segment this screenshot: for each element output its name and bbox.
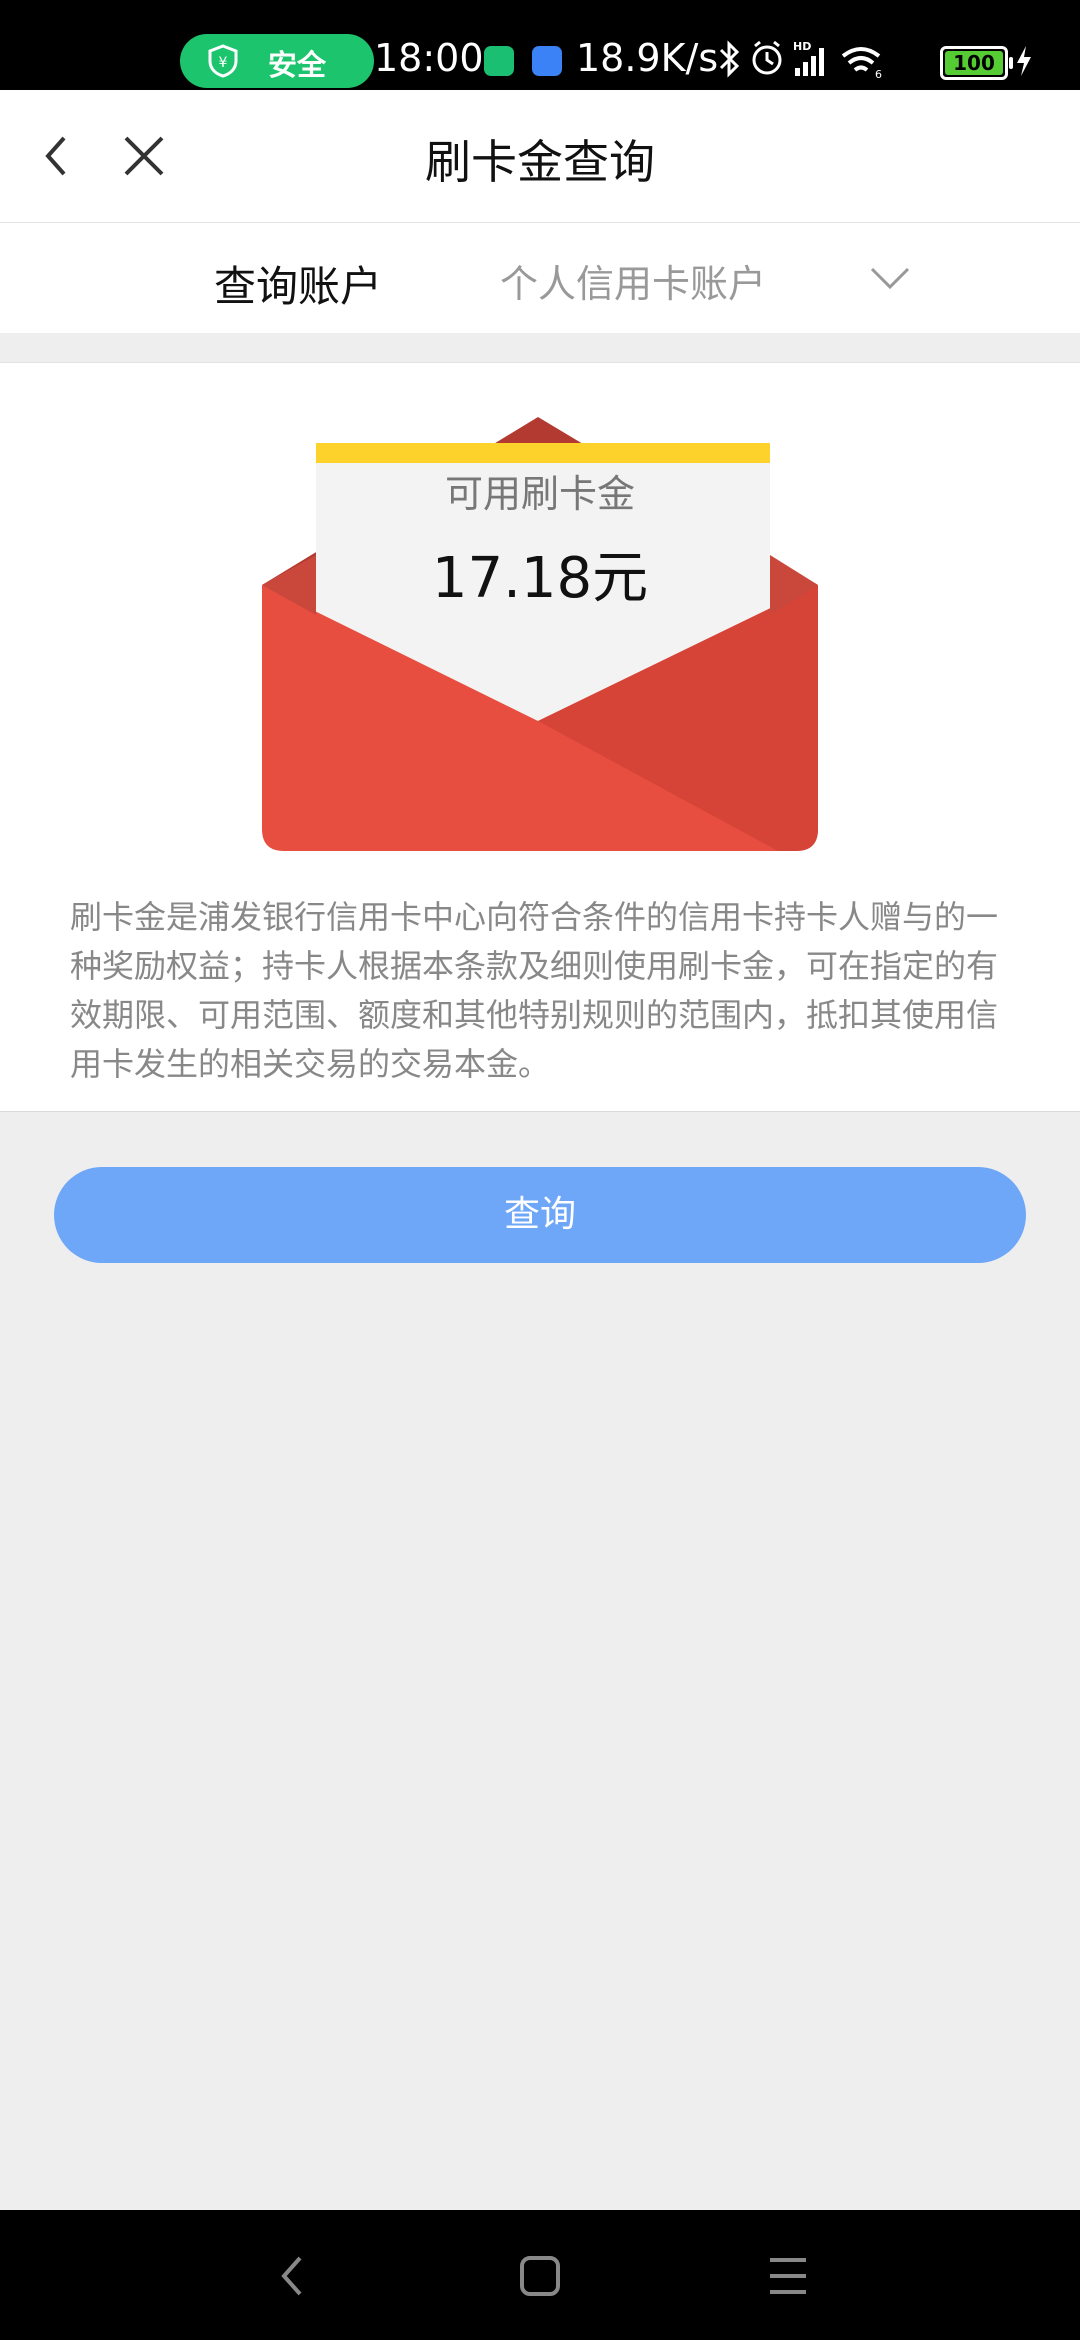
- clock: 18:00: [374, 36, 484, 80]
- envelope-illustration: [262, 417, 818, 851]
- status-icons: HD 6: [719, 40, 882, 81]
- nav-menu-icon[interactable]: [766, 2254, 810, 2298]
- account-selector[interactable]: 查询账户 个人信用卡账户: [0, 223, 1080, 333]
- system-nav-bar: [0, 2210, 1080, 2340]
- charging-icon: [1017, 46, 1031, 76]
- svg-text:6: 6: [875, 68, 882, 81]
- query-button[interactable]: 查询: [54, 1167, 1026, 1263]
- nav-home-icon[interactable]: [516, 2252, 564, 2300]
- chevron-down-icon[interactable]: [866, 261, 914, 295]
- title-bar: 刷卡金查询: [0, 90, 1080, 223]
- security-label: 安全: [268, 48, 327, 82]
- available-label: 可用刷卡金: [444, 472, 635, 516]
- battery-icon: 100: [940, 46, 1013, 80]
- nav-back-icon[interactable]: [272, 2252, 312, 2300]
- bluetooth-icon: [719, 40, 740, 78]
- status-bar: ¥ 安全 18:00 18.9K/s HD 6 100: [0, 0, 1080, 90]
- network-speed: 18.9K/s: [576, 36, 719, 80]
- svg-text:¥: ¥: [219, 55, 228, 71]
- hd-signal-icon: HD: [793, 40, 824, 76]
- svg-text:HD: HD: [793, 40, 811, 53]
- balance-card: 可用刷卡金 17.18元 刷卡金是浦发银行信用卡中心向符合条件的信用卡持卡人赠与…: [0, 362, 1080, 1112]
- battery-level: 100: [945, 51, 1003, 75]
- page-title: 刷卡金查询: [425, 135, 655, 189]
- account-value[interactable]: 个人信用卡账户: [500, 253, 766, 308]
- app-icon-blue: [532, 46, 562, 76]
- available-amount: 17.18元: [431, 546, 649, 611]
- wifi-icon: 6: [841, 47, 882, 81]
- alarm-icon: [752, 40, 782, 75]
- security-badge[interactable]: ¥ 安全: [180, 34, 374, 88]
- shield-yen-icon: ¥: [208, 44, 238, 78]
- description-text: 刷卡金是浦发银行信用卡中心向符合条件的信用卡持卡人赠与的一种奖励权益；持卡人根据…: [70, 898, 999, 1083]
- account-label: 查询账户: [214, 262, 383, 311]
- app-icon-green: [484, 46, 514, 76]
